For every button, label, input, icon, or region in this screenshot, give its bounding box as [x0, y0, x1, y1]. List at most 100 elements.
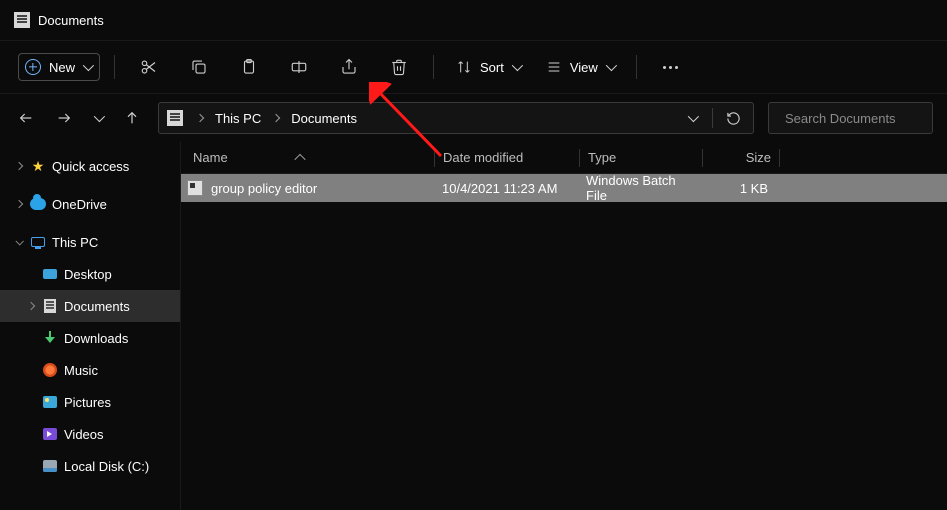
separator — [433, 55, 434, 79]
music-icon — [42, 362, 58, 378]
refresh-icon — [726, 111, 741, 126]
sidebar-item-music[interactable]: Music — [0, 354, 180, 386]
separator — [114, 55, 115, 79]
recent-locations-button[interactable] — [90, 102, 106, 134]
sidebar-item-pictures[interactable]: Pictures — [0, 386, 180, 418]
picture-icon — [42, 394, 58, 410]
column-header-label: Type — [588, 150, 616, 165]
sort-label: Sort — [480, 60, 504, 75]
sidebar-item-label: Downloads — [64, 331, 128, 346]
column-header-row: Name Date modified Type Size — [181, 142, 947, 174]
toolbar: New Sort View — [0, 40, 947, 94]
back-button[interactable] — [14, 102, 38, 134]
trash-icon — [390, 58, 408, 76]
file-name: group policy editor — [211, 181, 317, 196]
rename-icon — [290, 58, 308, 76]
column-header-name[interactable]: Name — [181, 150, 434, 165]
file-date: 10/4/2021 11:23 AM — [434, 181, 578, 196]
arrow-right-icon — [56, 110, 72, 126]
column-header-label: Name — [193, 150, 228, 165]
view-icon — [546, 59, 562, 75]
separator — [712, 108, 713, 128]
file-type: Windows Batch File — [578, 173, 700, 203]
file-row[interactable]: group policy editor 10/4/2021 11:23 AM W… — [181, 174, 947, 202]
sidebar-item-label: OneDrive — [52, 197, 107, 212]
refresh-button[interactable] — [719, 111, 747, 126]
sidebar: ★ Quick access OneDrive This PC Desktop … — [0, 142, 180, 510]
sidebar-item-onedrive[interactable]: OneDrive — [0, 188, 180, 220]
share-icon — [340, 58, 358, 76]
cut-button[interactable] — [129, 49, 169, 85]
sidebar-item-label: Music — [64, 363, 98, 378]
titlebar: Documents — [0, 0, 947, 40]
sidebar-item-desktop[interactable]: Desktop — [0, 258, 180, 290]
column-header-label: Date modified — [443, 150, 523, 165]
sidebar-item-downloads[interactable]: Downloads — [0, 322, 180, 354]
sidebar-item-videos[interactable]: Videos — [0, 418, 180, 450]
documents-icon — [14, 12, 30, 28]
new-button[interactable]: New — [18, 53, 100, 81]
cloud-icon — [30, 196, 46, 212]
sidebar-item-label: This PC — [52, 235, 98, 250]
paste-button[interactable] — [229, 49, 269, 85]
view-button[interactable]: View — [538, 49, 622, 85]
content-area: ★ Quick access OneDrive This PC Desktop … — [0, 142, 947, 510]
pc-icon — [30, 234, 46, 250]
disk-icon — [42, 458, 58, 474]
arrow-left-icon — [18, 110, 34, 126]
chevron-down-icon — [512, 60, 523, 71]
column-header-label: Size — [746, 150, 771, 165]
separator — [636, 55, 637, 79]
new-button-label: New — [49, 60, 75, 75]
column-header-date[interactable]: Date modified — [435, 150, 579, 165]
chevron-down-icon — [94, 111, 105, 122]
sidebar-item-this-pc[interactable]: This PC — [0, 226, 180, 258]
documents-icon — [167, 110, 183, 126]
copy-icon — [190, 58, 208, 76]
sidebar-item-quick-access[interactable]: ★ Quick access — [0, 150, 180, 182]
sort-icon — [456, 59, 472, 75]
star-icon: ★ — [30, 158, 46, 174]
document-icon — [42, 298, 58, 314]
address-bar[interactable]: This PC Documents — [158, 102, 754, 134]
delete-button[interactable] — [379, 49, 419, 85]
copy-button[interactable] — [179, 49, 219, 85]
sidebar-item-label: Videos — [64, 427, 104, 442]
view-label: View — [570, 60, 598, 75]
chevron-down-icon — [688, 111, 699, 122]
file-size: 1 KB — [700, 181, 776, 196]
column-separator[interactable] — [779, 149, 780, 167]
sidebar-item-label: Pictures — [64, 395, 111, 410]
arrow-up-icon — [124, 110, 140, 126]
column-header-type[interactable]: Type — [580, 150, 702, 165]
sidebar-item-documents[interactable]: Documents — [0, 290, 180, 322]
chevron-right-icon — [196, 114, 204, 122]
forward-button[interactable] — [52, 102, 76, 134]
sidebar-item-label: Desktop — [64, 267, 112, 282]
clipboard-icon — [240, 58, 258, 76]
sort-ascending-icon — [294, 153, 305, 164]
address-history-button[interactable] — [678, 114, 706, 122]
file-pane: Name Date modified Type Size group polic… — [180, 142, 947, 510]
search-box[interactable] — [768, 102, 933, 134]
sidebar-item-label: Quick access — [52, 159, 129, 174]
column-header-size[interactable]: Size — [703, 150, 779, 165]
video-icon — [42, 426, 58, 442]
download-icon — [42, 330, 58, 346]
share-button[interactable] — [329, 49, 369, 85]
breadcrumb-this-pc[interactable]: This PC — [211, 111, 265, 126]
window-title: Documents — [38, 13, 104, 28]
chevron-down-icon — [606, 60, 617, 71]
breadcrumb-documents[interactable]: Documents — [287, 111, 361, 126]
batch-file-icon — [187, 180, 203, 196]
sidebar-item-label: Local Disk (C:) — [64, 459, 149, 474]
more-button[interactable] — [651, 49, 691, 85]
chevron-down-icon — [83, 60, 94, 71]
search-input[interactable] — [785, 111, 947, 126]
sidebar-item-local-disk[interactable]: Local Disk (C:) — [0, 450, 180, 482]
sidebar-item-label: Documents — [64, 299, 130, 314]
rename-button[interactable] — [279, 49, 319, 85]
sort-button[interactable]: Sort — [448, 49, 528, 85]
up-button[interactable] — [120, 102, 144, 134]
chevron-right-icon — [272, 114, 280, 122]
